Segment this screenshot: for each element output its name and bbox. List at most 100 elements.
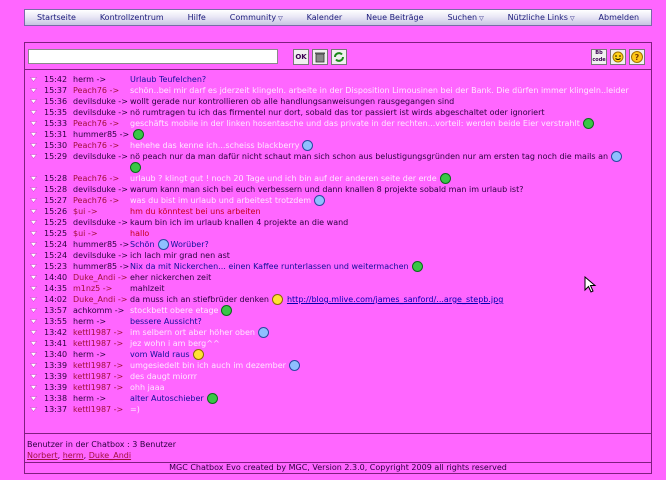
message-arrow-icon[interactable] xyxy=(30,241,37,248)
message-arrow-icon[interactable] xyxy=(30,362,37,369)
message-username[interactable]: Peach76 -> xyxy=(73,173,119,184)
message-arrow-icon[interactable] xyxy=(30,296,37,303)
nav-item-suchen[interactable]: Suchen ▽ xyxy=(436,13,496,22)
message-username[interactable]: Peach76 -> xyxy=(73,85,119,96)
message-arrow-icon[interactable] xyxy=(30,142,37,149)
chat-message-row: 13:37 kettl1987 -> =) xyxy=(25,404,651,415)
message-arrow-icon[interactable] xyxy=(30,307,37,314)
online-user-link[interactable]: Norbert xyxy=(27,451,58,460)
message-username[interactable]: achkomm -> xyxy=(73,305,124,316)
message-username[interactable]: kettl1987 -> xyxy=(73,327,123,338)
message-time: 13:39 xyxy=(44,372,68,381)
message-link[interactable]: http://blog.mlive.com/james_sanford/...a… xyxy=(287,295,503,304)
message-username[interactable]: $ui -> xyxy=(73,206,98,217)
message-arrow-icon[interactable] xyxy=(30,76,37,83)
message-arrow-icon[interactable] xyxy=(30,351,37,358)
nav-item-abmelden[interactable]: Abmelden xyxy=(587,13,652,22)
message-username[interactable]: kettl1987 -> xyxy=(73,338,123,349)
message-arrow-icon[interactable] xyxy=(30,318,37,325)
message-arrow-icon[interactable] xyxy=(30,285,37,292)
message-arrow-icon[interactable] xyxy=(30,395,37,402)
message-arrow-icon[interactable] xyxy=(30,384,37,391)
help-icon[interactable]: ? xyxy=(629,49,645,65)
message-username[interactable]: herm -> xyxy=(73,393,106,404)
divider xyxy=(25,433,651,434)
message-body: Urlaub Teufelchen? xyxy=(130,75,207,84)
message-username[interactable]: herm -> xyxy=(73,316,106,327)
message-username[interactable]: hummer85 -> xyxy=(73,261,129,272)
message-arrow-icon[interactable] xyxy=(30,208,37,215)
message-body: ohh jaaa xyxy=(130,383,165,392)
message-username[interactable]: Peach76 -> xyxy=(73,195,119,206)
online-users-box: Benutzer in der Chatbox : 3 Benutzer Nor… xyxy=(27,439,647,461)
nav-item-startseite[interactable]: Startseite xyxy=(25,13,88,22)
message-username[interactable]: devilsduke -> xyxy=(73,217,128,228)
nav-item-neue-beitr-ge[interactable]: Neue Beiträge xyxy=(354,13,435,22)
message-username[interactable]: devilsduke -> xyxy=(73,151,128,162)
message-username[interactable]: hummer85 -> xyxy=(73,239,129,250)
message-username[interactable]: kettl1987 -> xyxy=(73,360,123,371)
message-arrow-icon[interactable] xyxy=(30,274,37,281)
refresh-icon[interactable] xyxy=(331,49,347,65)
message-username[interactable]: $ui -> xyxy=(73,228,98,239)
chat-message-row: 15:23 hummer85 -> Nix da mit Nickerchen...… xyxy=(25,261,651,272)
message-body: jez wohn i am berg^^ xyxy=(130,339,220,348)
online-user-link[interactable]: Duke_Andi xyxy=(89,451,131,460)
message-username[interactable]: kettl1987 -> xyxy=(73,404,123,415)
nav-item-n-tzliche-links[interactable]: Nützliche Links ▽ xyxy=(496,13,587,22)
message-arrow-icon[interactable] xyxy=(30,120,37,127)
message-arrow-icon[interactable] xyxy=(30,186,37,193)
message-arrow-icon[interactable] xyxy=(30,175,37,182)
message-arrow-icon[interactable] xyxy=(30,329,37,336)
message-arrow-icon[interactable] xyxy=(30,153,37,160)
trash-icon[interactable] xyxy=(312,49,328,65)
chat-message-input[interactable] xyxy=(28,49,278,64)
message-arrow-icon[interactable] xyxy=(30,98,37,105)
message-username[interactable]: kettl1987 -> xyxy=(73,371,123,382)
message-username[interactable]: devilsduke -> xyxy=(73,107,128,118)
nav-item-hilfe[interactable]: Hilfe xyxy=(176,13,218,22)
message-arrow-icon[interactable] xyxy=(30,340,37,347)
message-time: 15:36 xyxy=(44,97,68,106)
message-text: des daugt miorrr xyxy=(130,371,645,382)
message-body: umgesiedelt bin ich auch im dezember xyxy=(130,361,286,370)
message-arrow-icon[interactable] xyxy=(30,263,37,270)
message-text: was du bist im urlaub und arbeitest trot… xyxy=(130,195,645,206)
message-username[interactable]: Peach76 -> xyxy=(73,140,119,151)
nav-item-community[interactable]: Community ▽ xyxy=(218,13,295,22)
message-arrow-icon[interactable] xyxy=(30,219,37,226)
message-username[interactable]: devilsduke -> xyxy=(73,96,128,107)
message-username[interactable]: Duke_Andi -> xyxy=(73,294,127,305)
message-time: 14:35 xyxy=(44,284,68,293)
message-text: urlaub ? klingt gut ! noch 20 Tage und i… xyxy=(130,173,645,184)
message-arrow-icon[interactable] xyxy=(30,252,37,259)
message-username[interactable]: devilsduke -> xyxy=(73,184,128,195)
message-username[interactable]: m1nz5 -> xyxy=(73,283,112,294)
message-text: eher nickerchen zeit xyxy=(130,272,645,283)
message-username[interactable]: Duke_Andi -> xyxy=(73,272,127,283)
message-arrow-icon[interactable] xyxy=(30,373,37,380)
smiley-icon xyxy=(221,305,233,316)
message-arrow-icon[interactable] xyxy=(30,406,37,413)
message-username[interactable]: herm -> xyxy=(73,74,106,85)
message-username[interactable]: herm -> xyxy=(73,349,106,360)
chat-message-row: 15:35 devilsduke -> nö rumtragen tu ich da… xyxy=(25,107,651,118)
nav-item-kalender[interactable]: Kalender xyxy=(295,13,354,22)
message-arrow-icon[interactable] xyxy=(30,197,37,204)
message-arrow-icon[interactable] xyxy=(30,230,37,237)
bbcode-button[interactable]: Bb code xyxy=(591,49,607,65)
message-text: geschäfts mobile in der linken hosentasc… xyxy=(130,118,645,129)
online-user-link[interactable]: herm xyxy=(63,451,84,460)
message-arrow-icon[interactable] xyxy=(30,131,37,138)
nav-item-kontrollzentrum[interactable]: Kontrollzentrum xyxy=(88,13,176,22)
message-username[interactable]: hummer85 -> xyxy=(73,129,129,140)
message-username[interactable]: kettl1987 -> xyxy=(73,382,123,393)
ok-button[interactable]: OK xyxy=(293,49,309,65)
message-username[interactable]: devilsduke -> xyxy=(73,250,128,261)
message-text: mahlzeit xyxy=(130,283,645,294)
message-arrow-icon[interactable] xyxy=(30,109,37,116)
message-text: Nix da mit Nickerchen... einen Kaffee ru… xyxy=(130,261,645,272)
message-arrow-icon[interactable] xyxy=(30,87,37,94)
message-username[interactable]: Peach76 -> xyxy=(73,118,119,129)
smiley-picker-icon[interactable] xyxy=(610,49,626,65)
